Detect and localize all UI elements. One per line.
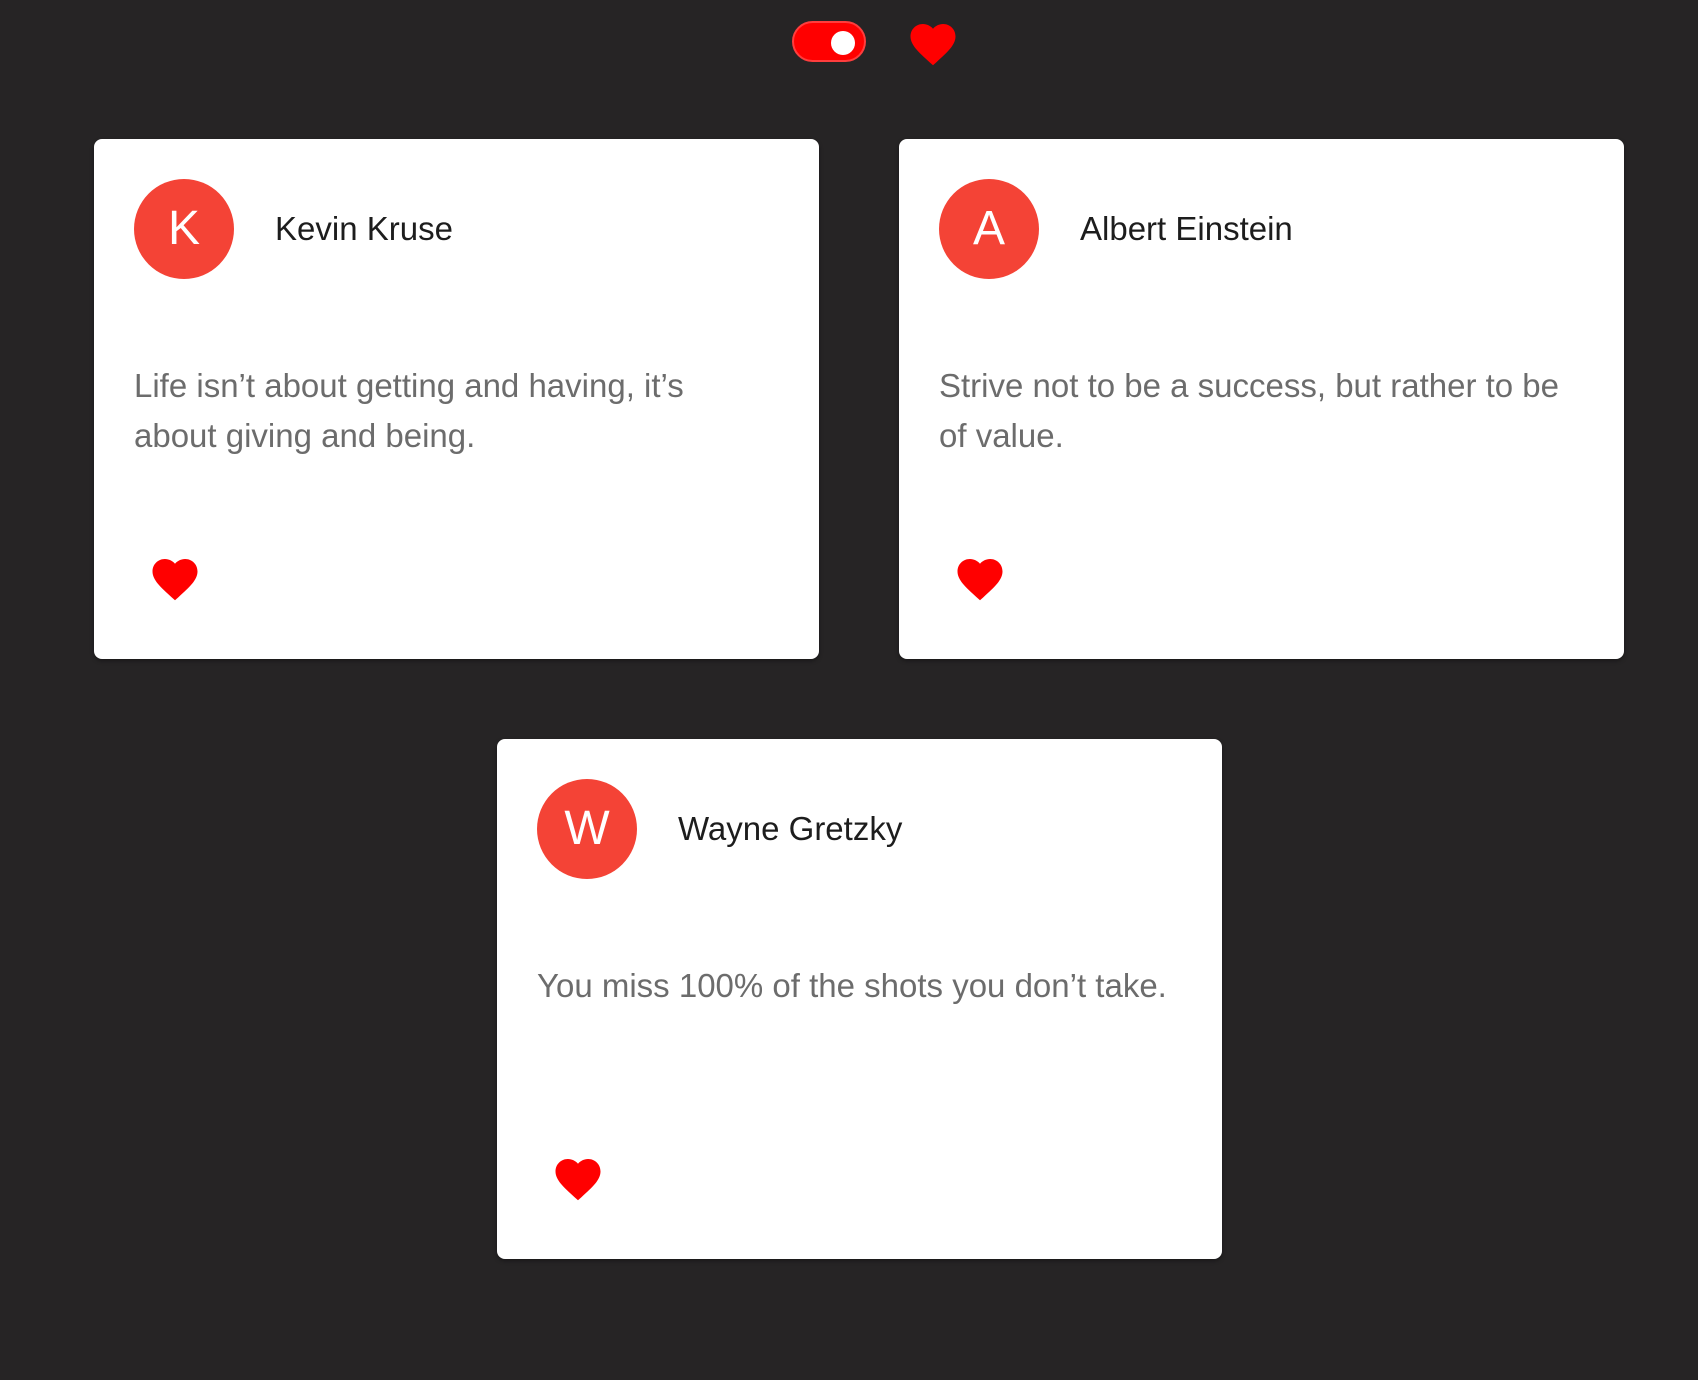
heart-icon	[910, 24, 956, 66]
avatar: A	[939, 179, 1039, 279]
page: K Kevin Kruse Life isn’t about getting a…	[0, 0, 1698, 1380]
toggle-knob	[831, 31, 855, 55]
quote-card: W Wayne Gretzky You miss 100% of the sho…	[497, 739, 1222, 1259]
quote-text: Strive not to be a success, but rather t…	[939, 367, 1560, 454]
heart-icon	[555, 1159, 601, 1201]
like-button[interactable]	[953, 552, 1007, 602]
like-button[interactable]	[148, 552, 202, 602]
top-controls	[0, 0, 1698, 90]
theme-toggle[interactable]	[792, 21, 866, 62]
quote-text: You miss 100% of the shots you don’t tak…	[537, 967, 1167, 1004]
quote-text: Life isn’t about getting and having, it’…	[134, 367, 684, 454]
heart-icon	[957, 559, 1003, 601]
quote-card: K Kevin Kruse Life isn’t about getting a…	[94, 139, 819, 659]
quote-card: A Albert Einstein Strive not to be a suc…	[899, 139, 1624, 659]
like-button[interactable]	[551, 1152, 605, 1202]
favorites-button[interactable]	[906, 17, 960, 67]
avatar: K	[134, 179, 234, 279]
author-name: Kevin Kruse	[275, 210, 453, 247]
heart-icon	[152, 559, 198, 601]
author-name: Albert Einstein	[1080, 210, 1293, 247]
avatar: W	[537, 779, 637, 879]
author-name: Wayne Gretzky	[678, 810, 903, 847]
